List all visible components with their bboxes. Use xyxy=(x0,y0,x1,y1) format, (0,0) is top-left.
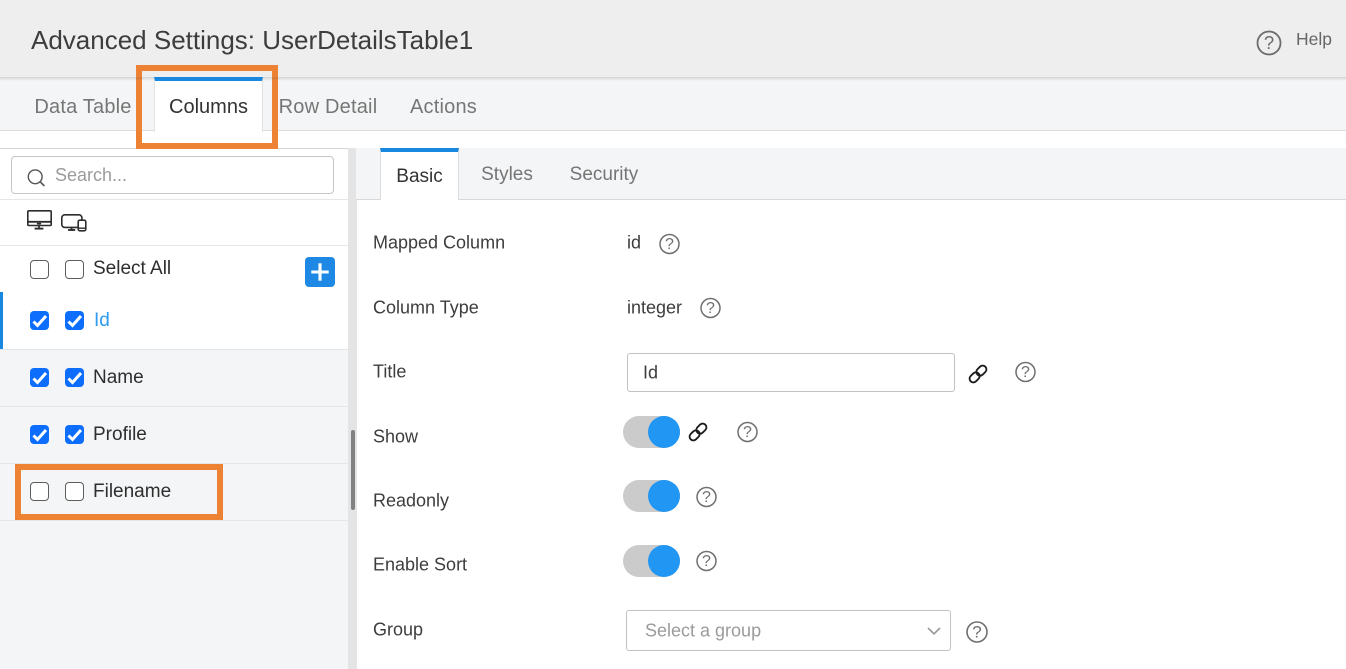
svg-text:?: ? xyxy=(972,622,981,641)
svg-text:?: ? xyxy=(743,424,752,441)
svg-text:?: ? xyxy=(702,489,711,506)
svg-text:?: ? xyxy=(702,553,711,570)
svg-text:?: ? xyxy=(665,236,674,253)
svg-text:?: ? xyxy=(1264,32,1274,53)
svg-text:?: ? xyxy=(1021,364,1030,381)
svg-text:?: ? xyxy=(706,300,715,317)
